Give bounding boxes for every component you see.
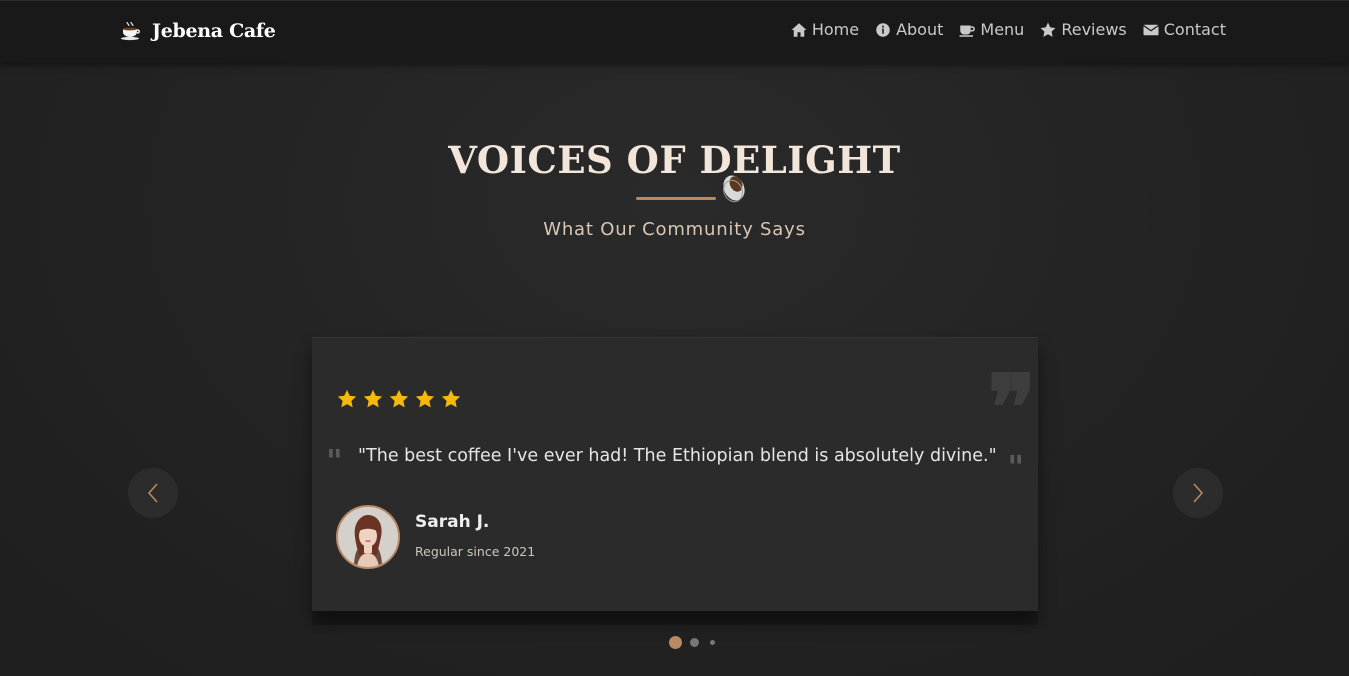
testimonial-quote: "The best coffee I've ever had! The Ethi… (358, 446, 997, 466)
nav-label: Reviews (1061, 20, 1127, 39)
nav-label: About (896, 20, 944, 39)
main-nav: Home About Menu Reviews Contact (790, 20, 1226, 39)
star-icon (363, 389, 383, 408)
nav-item-reviews[interactable]: Reviews (1039, 20, 1127, 39)
mug-icon (959, 25, 976, 37)
nav-label: Contact (1163, 20, 1226, 39)
avatar (336, 505, 400, 569)
brand[interactable]: Jebena Cafe (119, 19, 276, 43)
star-icon (1040, 22, 1056, 37)
carousel-dot-2[interactable] (690, 638, 699, 647)
title-divider (636, 197, 716, 200)
nav-item-menu[interactable]: Menu (958, 20, 1024, 39)
chevron-left-icon (147, 483, 158, 503)
brand-name: Jebena Cafe (152, 20, 276, 42)
carousel-dot-3[interactable] (710, 640, 715, 645)
author-name: Sarah J. (415, 512, 490, 532)
nav-label: Menu (980, 20, 1025, 39)
envelope-icon (1142, 24, 1159, 35)
section-title: VOICES OF DELIGHT (448, 138, 901, 182)
carousel-prev-button[interactable] (128, 468, 178, 518)
nav-label: Home (811, 20, 860, 39)
open-quote-icon: " (326, 442, 343, 480)
coffee-cup-icon (121, 21, 140, 41)
navbar: Jebena Cafe Home About Menu Reviews Cont… (0, 0, 1349, 63)
star-icon (441, 389, 461, 408)
quote-mark-icon: ❞ (987, 355, 1036, 461)
carousel-dots (669, 636, 715, 649)
card-shadow (312, 611, 1038, 625)
home-icon (791, 22, 807, 37)
nav-item-home[interactable]: Home (790, 20, 859, 39)
avatar-image (338, 507, 398, 567)
nav-item-about[interactable]: About (874, 20, 943, 39)
carousel-next-button[interactable] (1173, 468, 1223, 518)
chevron-right-icon (1193, 483, 1204, 503)
coffee-cup-icon (723, 175, 745, 203)
section-subtitle: What Our Community Says (543, 219, 806, 240)
rating-stars (336, 388, 462, 410)
close-quote-icon: " (1007, 448, 1024, 486)
nav-item-contact[interactable]: Contact (1142, 20, 1226, 39)
carousel-dot-1[interactable] (669, 636, 682, 649)
star-icon (389, 389, 409, 408)
info-icon (876, 22, 890, 37)
star-icon (415, 389, 435, 408)
author-meta: Regular since 2021 (415, 544, 536, 559)
testimonial-card: ❞ " "The best coffee I've ever had! The … (312, 337, 1038, 611)
star-icon (337, 389, 357, 408)
